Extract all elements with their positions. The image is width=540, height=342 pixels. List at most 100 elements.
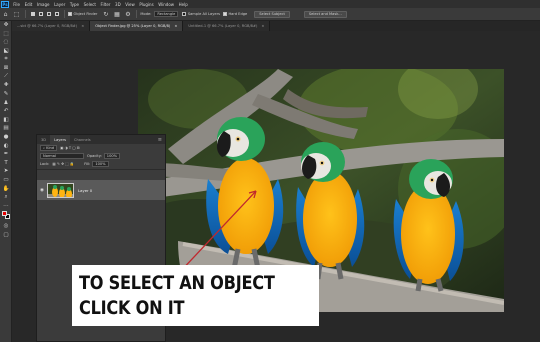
healing-brush-tool-icon[interactable]: ✚ xyxy=(0,81,12,90)
menu-plugins[interactable]: Plugins xyxy=(137,2,156,7)
close-icon[interactable]: × xyxy=(81,24,84,28)
frame-tool-icon[interactable]: ⊠ xyxy=(0,64,12,73)
panel-menu-icon[interactable]: ≡ xyxy=(158,137,162,143)
tab-untitled-1[interactable]: Untitled-1 @ 66.7% (Layer 0, RGB/8#) × xyxy=(183,21,271,31)
tab-label: ...sbt @ 66.7% (Layer 0, RGB/8#) xyxy=(17,24,78,28)
sample-all-layers-label: Sample All Layers xyxy=(187,12,220,16)
separator xyxy=(64,10,65,18)
settings-gear-icon[interactable]: ⚙ xyxy=(124,10,132,18)
caption-line-1: TO SELECT AN OBJECT xyxy=(79,272,275,294)
rectangle-tool-icon[interactable]: ▭ xyxy=(0,176,12,185)
caption-line-2: CLICK ON IT xyxy=(79,297,185,319)
color-swatches[interactable] xyxy=(0,210,12,222)
tab-label: Untitled-1 @ 66.7% (Layer 0, RGB/8#) xyxy=(188,24,258,28)
eraser-tool-icon[interactable]: ◧ xyxy=(0,116,12,125)
lock-label: Lock: xyxy=(40,162,50,166)
tools-panel: ✥ ⬚ ◌ ⬕ ⌗ ⊠ ⟋ ✚ ✎ ♟ ↶ ◧ ▤ ● ◐ ✒ T ➤ ▭ ✋ … xyxy=(0,21,12,342)
select-subject-button[interactable]: Select Subject xyxy=(254,10,290,18)
filter-row: ⌕ Kind ▣ ◑ T ▢ ⊞ xyxy=(37,144,165,152)
quick-mask-icon[interactable]: ◎ xyxy=(0,222,12,231)
blend-mode-select[interactable]: Normal xyxy=(40,153,84,159)
document-tabs: ...sbt @ 66.7% (Layer 0, RGB/8#) × Object… xyxy=(12,21,540,31)
subtract-from-selection-icon[interactable] xyxy=(47,12,51,16)
menu-layer[interactable]: Layer xyxy=(52,2,68,7)
object-finder-label: Object Finder xyxy=(73,12,98,16)
layer-row-layer-0[interactable]: ◉ Layer 0 xyxy=(37,180,165,200)
zoom-tool-icon[interactable]: ⌕ xyxy=(0,193,12,202)
more-tools-icon[interactable]: ⋯ xyxy=(0,201,12,210)
tutorial-caption: TO SELECT AN OBJECT CLICK ON IT xyxy=(72,265,319,326)
close-icon[interactable]: × xyxy=(174,24,177,28)
lock-all-icon[interactable]: 🔒 xyxy=(70,162,74,166)
hard-edge-checkbox[interactable] xyxy=(222,12,227,16)
add-to-selection-icon[interactable] xyxy=(39,12,43,16)
new-selection-icon[interactable] xyxy=(31,12,35,16)
move-tool-icon[interactable]: ✥ xyxy=(0,21,12,30)
opacity-label: Opacity: xyxy=(87,154,102,158)
path-selection-tool-icon[interactable]: ➤ xyxy=(0,167,12,176)
close-icon[interactable]: × xyxy=(261,24,264,28)
tab-layers[interactable]: Layers xyxy=(50,135,70,144)
tab-document-1[interactable]: ...sbt @ 66.7% (Layer 0, RGB/8#) × xyxy=(12,21,91,31)
object-selection-tool-icon[interactable]: ⬚ xyxy=(13,10,21,18)
lasso-tool-icon[interactable]: ◌ xyxy=(0,38,12,47)
gradient-tool-icon[interactable]: ▤ xyxy=(0,124,12,133)
clone-stamp-tool-icon[interactable]: ♟ xyxy=(0,98,12,107)
kind-filter-select[interactable]: ⌕ Kind xyxy=(40,145,58,151)
sample-all-layers-checkbox[interactable] xyxy=(182,12,187,16)
menu-view[interactable]: View xyxy=(123,2,137,7)
hard-edge-toggle[interactable]: Hard Edge xyxy=(222,12,247,16)
object-finder-toggle[interactable]: Object Finder xyxy=(68,12,97,16)
refresh-icon[interactable]: ↻ xyxy=(102,10,110,18)
panel-tabs: 3D Layers Channels ≡ xyxy=(37,135,165,144)
menu-filter[interactable]: Filter xyxy=(98,2,113,7)
kind-filter-label: Kind xyxy=(46,146,55,150)
marquee-tool-icon[interactable]: ⬚ xyxy=(0,30,12,39)
menu-help[interactable]: Help xyxy=(176,2,190,7)
tab-3d[interactable]: 3D xyxy=(37,135,50,144)
foreground-color-swatch[interactable] xyxy=(2,211,7,217)
object-finder-checkbox[interactable] xyxy=(68,12,72,16)
show-all-objects-icon[interactable]: ▦ xyxy=(113,10,121,18)
lock-row: Lock: ▦ ✎ ✥ ⬚ 🔒 Fill: 100% xyxy=(37,160,165,168)
intersect-selection-icon[interactable] xyxy=(55,12,59,16)
visibility-eye-icon[interactable]: ◉ xyxy=(37,188,47,193)
layer-name[interactable]: Layer 0 xyxy=(78,188,92,193)
eyedropper-tool-icon[interactable]: ⟋ xyxy=(0,73,12,82)
history-brush-tool-icon[interactable]: ↶ xyxy=(0,107,12,116)
mode-select[interactable]: Rectangle xyxy=(154,11,179,17)
fill-input[interactable]: 100% xyxy=(92,161,109,167)
photoshop-logo: Ps xyxy=(1,0,9,8)
type-tool-icon[interactable]: T xyxy=(0,159,12,168)
hand-tool-icon[interactable]: ✋ xyxy=(0,184,12,193)
sample-all-layers-toggle[interactable]: Sample All Layers xyxy=(182,12,220,16)
options-bar: ⌂ ⬚ Object Finder ↻ ▦ ⚙ Mode: Rectangle … xyxy=(0,8,540,21)
layer-thumbnail[interactable] xyxy=(47,182,74,198)
blur-tool-icon[interactable]: ● xyxy=(0,133,12,142)
divider xyxy=(37,169,165,170)
crop-tool-icon[interactable]: ⌗ xyxy=(0,55,12,64)
menu-edit[interactable]: Edit xyxy=(22,2,34,7)
pen-tool-icon[interactable]: ✒ xyxy=(0,150,12,159)
home-icon[interactable]: ⌂ xyxy=(2,10,10,18)
opacity-input[interactable]: 100% xyxy=(103,153,121,159)
menu-type[interactable]: Type xyxy=(68,2,82,7)
brush-tool-icon[interactable]: ✎ xyxy=(0,90,12,99)
menu-file[interactable]: File xyxy=(11,2,22,7)
fill-label: Fill: xyxy=(84,162,91,166)
dodge-tool-icon[interactable]: ◐ xyxy=(0,141,12,150)
select-and-mask-button[interactable]: Select and Mask... xyxy=(303,10,347,18)
filter-smart-object-icon[interactable]: ⊞ xyxy=(77,146,80,150)
separator xyxy=(25,10,26,18)
menu-window[interactable]: Window xyxy=(156,2,176,7)
menu-select[interactable]: Select xyxy=(81,2,98,7)
blend-row: Normal Opacity: 100% xyxy=(37,152,165,160)
screen-mode-icon[interactable]: ▢ xyxy=(0,231,12,240)
menu-3d[interactable]: 3D xyxy=(113,2,123,7)
tab-channels[interactable]: Channels xyxy=(70,135,95,144)
tab-object-finder[interactable]: Object Finder.jpg @ 25% (Layer 0, RGB/8)… xyxy=(90,21,184,31)
menu-bar: Ps File Edit Image Layer Type Select Fil… xyxy=(0,0,540,8)
tab-label: Object Finder.jpg @ 25% (Layer 0, RGB/8) xyxy=(95,24,171,28)
object-selection-tool-icon[interactable]: ⬕ xyxy=(0,47,12,56)
menu-image[interactable]: Image xyxy=(35,2,52,7)
